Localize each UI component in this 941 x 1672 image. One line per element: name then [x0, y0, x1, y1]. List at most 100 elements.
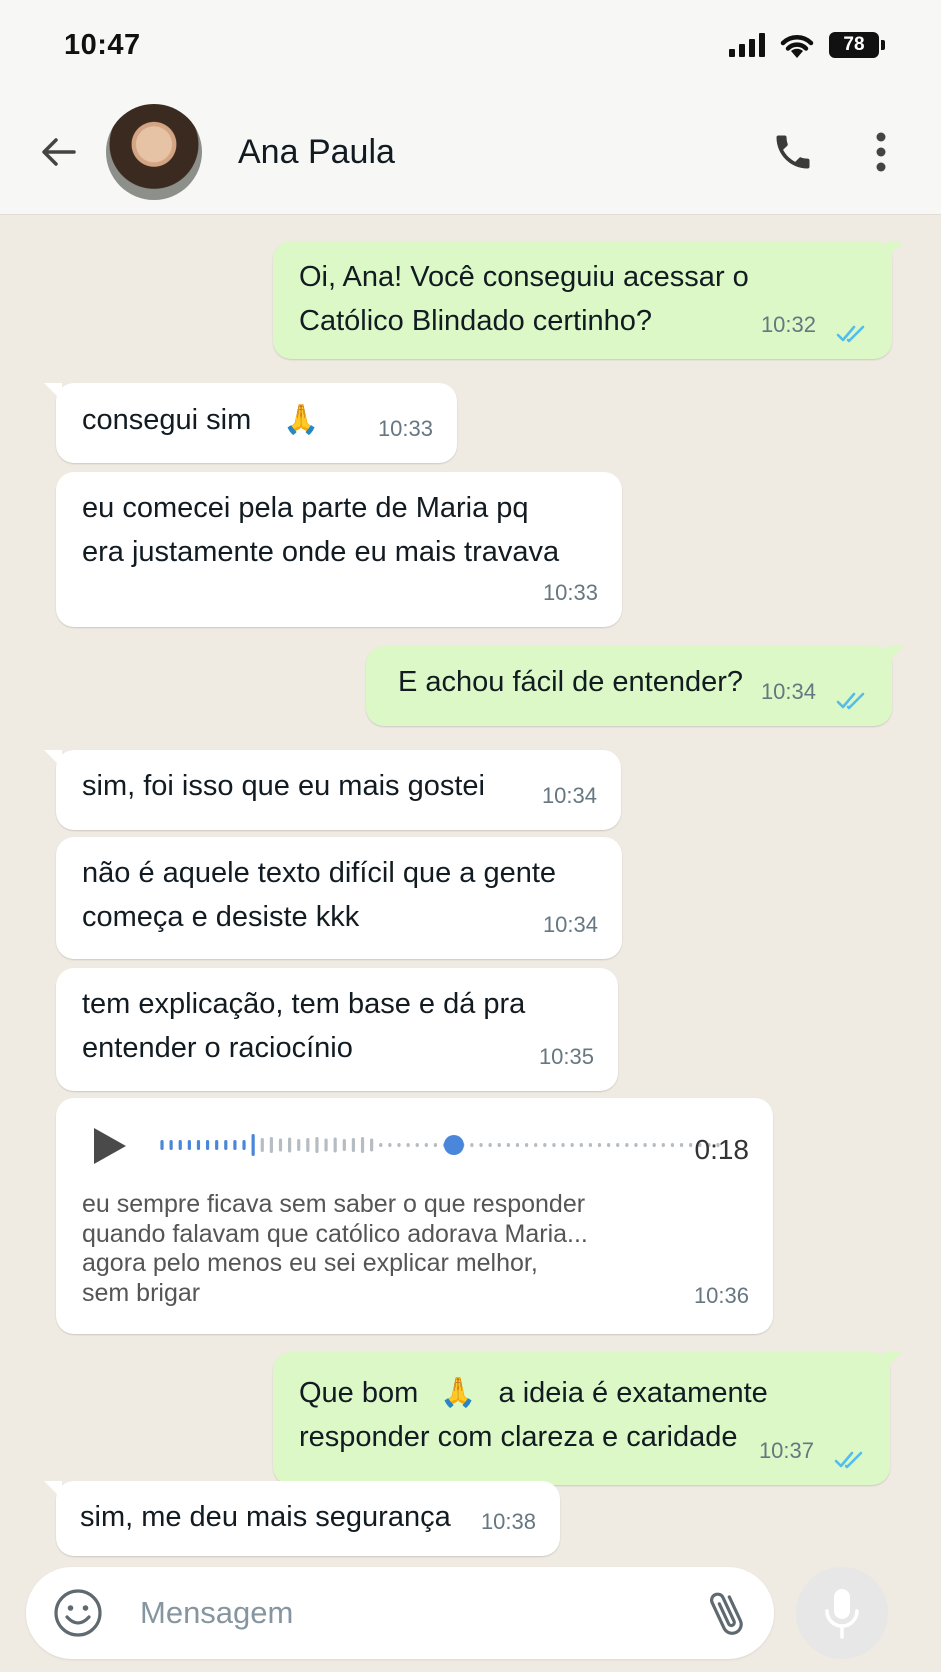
waveform-bar [251, 1134, 255, 1156]
waveform-bar [388, 1143, 392, 1147]
read-ticks-icon [836, 325, 865, 343]
wifi-icon [780, 35, 814, 58]
message-composer[interactable]: Mensagem [26, 1567, 774, 1659]
voice-call-button[interactable] [763, 122, 823, 182]
message-text: sim, me deu mais segurança [80, 1501, 451, 1533]
waveform-bar [607, 1143, 611, 1147]
contact-avatar[interactable] [106, 104, 202, 200]
message-time: 10:35 [538, 1044, 594, 1069]
message-text: E achou fácil de entender? [398, 666, 744, 698]
waveform-bar [543, 1143, 547, 1147]
waveform-bar [160, 1140, 164, 1150]
message-outgoing[interactable]: Oi, Ana! Você conseguiu acessar o Católi… [273, 241, 904, 359]
microphone-icon [825, 1589, 859, 1639]
message-input[interactable]: Mensagem [140, 1595, 708, 1631]
back-button[interactable] [34, 128, 82, 176]
waveform-bar [415, 1143, 419, 1147]
emoji-icon[interactable] [52, 1587, 104, 1639]
bubble-tail [884, 1352, 902, 1370]
waveform-bar [670, 1143, 675, 1147]
waveform-bar [552, 1143, 556, 1147]
voice-waveform[interactable] [160, 1128, 720, 1162]
chat-area[interactable]: Oi, Ana! Você conseguiu acessar o Católi… [0, 215, 941, 1556]
play-button[interactable] [92, 1126, 128, 1179]
waveform-bar [570, 1143, 574, 1147]
message-time: 10:34 [542, 912, 598, 937]
waveform-bar [661, 1143, 665, 1147]
waveform-bar [360, 1137, 365, 1153]
battery-level: 78 [843, 34, 865, 55]
praying-hands-emoji: 🙏 [440, 1375, 477, 1409]
waveform-bar [370, 1138, 374, 1152]
waveform-bar [470, 1143, 474, 1147]
waveform-bar [497, 1143, 501, 1147]
waveform-bar [597, 1143, 602, 1147]
waveform-bar [297, 1139, 301, 1151]
message-time: 10:34 [541, 783, 597, 808]
bubble-tail [44, 750, 62, 768]
bubble-tail [44, 1481, 62, 1499]
status-bar: 10:47 78 [0, 0, 941, 90]
voice-record-button[interactable] [796, 1567, 888, 1659]
transcript-line: eu sempre ficava sem saber o que respond… [82, 1190, 586, 1218]
message-text: consegui sim [82, 404, 252, 436]
waveform-bar [433, 1143, 438, 1147]
message-incoming[interactable]: consegui sim 🙏 10:33 [44, 383, 457, 463]
read-ticks-icon [836, 692, 865, 710]
waveform-bar [288, 1137, 292, 1153]
waveform-bar [260, 1138, 264, 1152]
waveform-bar [196, 1140, 201, 1150]
waveform-bar [306, 1138, 310, 1152]
message-time: 10:33 [377, 416, 433, 441]
waveform-bar [351, 1138, 356, 1152]
bubble-tail [886, 646, 904, 664]
transcript-line: agora pelo menos eu sei explicar melhor, [82, 1249, 538, 1277]
voice-message[interactable]: 0:18 eu sempre ficava sem saber o que re… [56, 1098, 773, 1334]
waveform-bar [643, 1143, 647, 1147]
message-incoming[interactable]: eu comecei pela parte de Maria pq era ju… [56, 472, 622, 627]
message-incoming[interactable]: sim, foi isso que eu mais gostei 10:34 [44, 750, 621, 830]
message-time: 10:32 [760, 312, 816, 337]
message-outgoing[interactable]: E achou fácil de entender? 10:34 [366, 646, 904, 726]
message-incoming[interactable]: tem explicação, tem base e dá pra entend… [56, 968, 618, 1091]
message-outgoing[interactable]: Que bom 🙏 a ideia é exatamente responder… [273, 1352, 902, 1485]
waveform-bar [315, 1137, 319, 1153]
back-arrow-icon [42, 138, 76, 166]
waveform-bar [215, 1140, 219, 1150]
status-icons: 78 [729, 31, 885, 59]
waveform-bar [379, 1143, 383, 1147]
more-options-button[interactable] [851, 122, 911, 182]
waveform-bar [178, 1140, 182, 1150]
message-incoming[interactable]: sim, me deu mais segurança 10:38 [44, 1481, 560, 1556]
praying-hands-emoji: 🙏 [283, 402, 320, 436]
waveform-bar [652, 1143, 656, 1147]
waveform-bar [324, 1138, 328, 1152]
waveform-bar [333, 1137, 337, 1153]
waveform-bar [488, 1143, 492, 1147]
message-text: tem explicação, tem base e dá pra [82, 988, 526, 1020]
status-time: 10:47 [64, 28, 141, 61]
waveform-bar [278, 1138, 283, 1152]
contact-name[interactable]: Ana Paula [238, 133, 735, 172]
waveform-bar [579, 1143, 583, 1147]
message-text: entender o raciocínio [82, 1032, 353, 1064]
voice-duration: 0:18 [694, 1134, 750, 1165]
read-ticks-icon [834, 1451, 863, 1469]
waveform-bar [506, 1143, 510, 1147]
message-text: sim, foi isso que eu mais gostei [82, 770, 485, 802]
playback-scrubber[interactable] [443, 1135, 464, 1155]
waveform-bar [397, 1143, 401, 1147]
waveform-bar [479, 1143, 483, 1147]
waveform-bar [689, 1143, 693, 1147]
bubble-tail [886, 241, 904, 259]
message-time: 10:34 [760, 679, 816, 704]
waveform-bar [233, 1140, 237, 1150]
waveform-bar [616, 1143, 620, 1147]
message-text: eu comecei pela parte de Maria pq [82, 492, 529, 524]
message-incoming[interactable]: não é aquele texto difícil que a gente c… [56, 837, 622, 959]
message-text: não é aquele texto difícil que a gente [82, 857, 557, 889]
message-text: Oi, Ana! Você conseguiu acessar o [299, 261, 749, 293]
paperclip-icon[interactable] [708, 1585, 748, 1641]
message-text: Que bom [299, 1377, 419, 1409]
cellular-signal-icon [729, 33, 765, 57]
